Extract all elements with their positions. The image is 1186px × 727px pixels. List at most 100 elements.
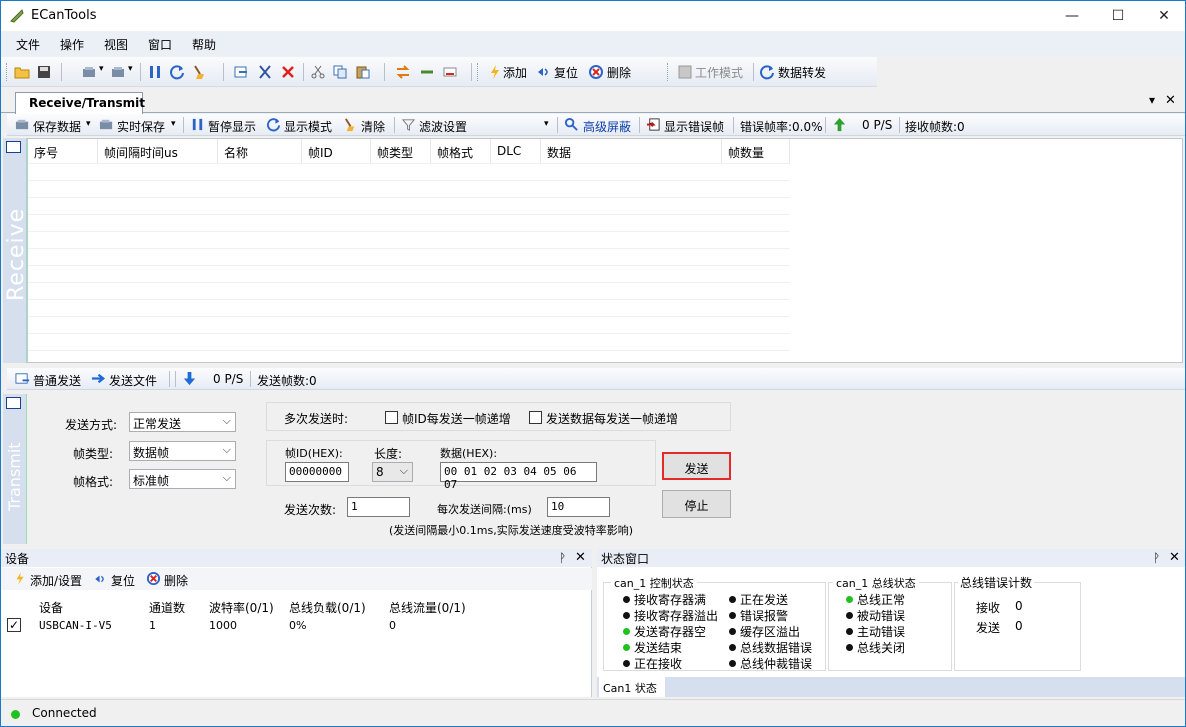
devices-title: 设备: [5, 552, 30, 566]
devices-toolbar: 添加/设置 复位 删除: [1, 568, 592, 590]
menu-operate[interactable]: 操作: [60, 36, 84, 53]
frame-format-label: 帧格式:: [73, 475, 114, 489]
add-settings-button[interactable]: 添加/设置: [30, 572, 82, 589]
paste-icon[interactable]: [355, 64, 371, 80]
tab-close-icon[interactable]: ✕: [1165, 93, 1176, 108]
filter-settings-button[interactable]: 滤波设置: [419, 118, 467, 135]
device-icon[interactable]: [82, 64, 98, 80]
column-header[interactable]: 序号: [28, 139, 98, 163]
menu-view[interactable]: 视图: [104, 36, 128, 53]
send-mode-select[interactable]: 正常发送 ⌵: [129, 412, 236, 432]
pause-display-icon: [192, 118, 203, 131]
main-toolbar: ▾ ▾ 添加 复位 删除 工作模式 数据转发: [1, 57, 877, 87]
scissors-icon[interactable]: [310, 64, 326, 80]
realtime-save-button[interactable]: 实时保存: [117, 118, 165, 135]
column-header[interactable]: DLC: [491, 139, 541, 163]
column-header[interactable]: 名称: [218, 139, 302, 163]
reset-button[interactable]: 复位: [554, 64, 578, 81]
column-header[interactable]: 通道数: [149, 599, 185, 616]
control-status-title: can_1 控制状态: [611, 575, 697, 591]
menu-window[interactable]: 窗口: [148, 36, 172, 53]
bus-status-label: 总线正常: [857, 593, 906, 607]
stop-record-icon[interactable]: [442, 64, 458, 80]
transmit-toolbar: 普通发送 发送文件 0 P/S 发送帧数:0: [7, 368, 1185, 390]
green-indicator-icon: [623, 628, 630, 635]
menu-help[interactable]: 帮助: [192, 36, 216, 53]
frame-type-select[interactable]: 数据帧 ⌵: [129, 441, 236, 461]
interval-input[interactable]: 10: [547, 497, 610, 517]
save-data-dropdown-icon[interactable]: ▾: [86, 119, 91, 129]
show-error-frames-button[interactable]: 显示错误帧: [664, 118, 724, 135]
display-mode-button[interactable]: 显示模式: [284, 118, 332, 135]
clear-button[interactable]: 清除: [361, 118, 385, 135]
advanced-mask-icon: [564, 117, 578, 131]
advanced-mask-button[interactable]: 高级屏蔽: [583, 118, 631, 135]
link-icon[interactable]: [419, 64, 435, 80]
delete-icon[interactable]: [280, 64, 296, 80]
menu-file[interactable]: 文件: [16, 36, 40, 53]
normal-send-button[interactable]: 普通发送: [33, 372, 81, 389]
device-delete-button[interactable]: 删除: [164, 572, 188, 589]
column-header[interactable]: 帧间隔时间us: [98, 139, 218, 163]
dropdown-arrow-icon[interactable]: ▾: [99, 64, 104, 74]
broom-icon[interactable]: [192, 64, 208, 80]
column-header[interactable]: 总线负载(0/1): [289, 599, 366, 616]
maximize-button[interactable]: ☐: [1095, 1, 1141, 31]
column-header[interactable]: 帧格式: [431, 139, 491, 163]
data-increment-checkbox[interactable]: [529, 411, 542, 424]
send-file-button[interactable]: 发送文件: [109, 372, 157, 389]
add-button[interactable]: 添加: [503, 64, 527, 81]
send-count-input[interactable]: 1: [347, 497, 410, 517]
save-icon[interactable]: [36, 64, 52, 80]
data-input[interactable]: 00 01 02 03 04 05 06 07: [440, 462, 597, 491]
device-checkbox[interactable]: ✓: [7, 618, 21, 632]
data-forward-button[interactable]: 数据转发: [778, 64, 826, 81]
refresh-icon[interactable]: [169, 64, 185, 80]
import-icon[interactable]: [233, 64, 249, 80]
save-data-button[interactable]: 保存数据: [33, 118, 81, 135]
column-header[interactable]: 帧类型: [371, 139, 431, 163]
frame-format-select[interactable]: 标准帧 ⌵: [129, 469, 236, 489]
length-select[interactable]: 8 ⌵: [372, 462, 413, 482]
id-increment-checkbox[interactable]: [385, 411, 398, 424]
open-folder-icon[interactable]: [14, 64, 30, 80]
filter-dropdown-icon[interactable]: ▾: [544, 119, 549, 129]
interval-note: (发送间隔最小0.1ms,实际发送速度受波特率影响): [389, 524, 634, 537]
control-status-label: 缓存区溢出: [740, 625, 801, 639]
close-button[interactable]: ✕: [1141, 1, 1186, 31]
transmit-side-label: Transmit: [5, 442, 24, 511]
minimize-button[interactable]: —: [1049, 1, 1095, 31]
copy-icon[interactable]: [332, 64, 348, 80]
column-header[interactable]: 波特率(0/1): [209, 599, 274, 616]
column-header[interactable]: 数据: [541, 139, 722, 163]
column-header[interactable]: 帧数量: [722, 139, 790, 163]
close-icon[interactable]: ✕: [575, 550, 586, 565]
frame-id-input[interactable]: 00000000: [285, 462, 349, 482]
pin-icon[interactable]: ᚹ: [1153, 551, 1160, 565]
receive-table[interactable]: 序号 帧间隔时间us 名称 帧ID 帧类型 帧格式 DLC 数据 帧数量: [27, 138, 1183, 363]
realtime-save-dropdown-icon[interactable]: ▾: [171, 119, 176, 129]
stop-button[interactable]: 停止: [662, 490, 731, 518]
tab-list-chevron-icon[interactable]: ▾: [1149, 93, 1155, 107]
dropdown-arrow-icon-2[interactable]: ▾: [128, 64, 133, 74]
tab-receive-transmit[interactable]: Receive/Transmit: [15, 92, 145, 114]
column-header[interactable]: 设备: [39, 599, 63, 616]
pin-icon[interactable]: ᚹ: [559, 551, 566, 565]
pause-icon[interactable]: [147, 64, 163, 80]
cut-icon[interactable]: [257, 64, 273, 80]
delete-button[interactable]: 删除: [607, 64, 631, 81]
device-reset-button[interactable]: 复位: [111, 572, 135, 589]
column-header[interactable]: 总线流量(0/1): [389, 599, 466, 616]
device-icon-2[interactable]: [111, 64, 127, 80]
status-bar: Connected: [1, 699, 1185, 726]
window-title: ECanTools: [31, 8, 97, 23]
work-mode-button[interactable]: 工作模式: [695, 64, 743, 81]
swap-icon[interactable]: [395, 64, 411, 80]
column-header[interactable]: 帧ID: [302, 139, 371, 163]
connection-status-text: Connected: [32, 706, 97, 720]
rx-rate-label: 0 P/S: [862, 118, 893, 132]
close-icon[interactable]: ✕: [1169, 550, 1180, 565]
pause-display-button[interactable]: 暂停显示: [208, 118, 256, 135]
tab-can1-status[interactable]: Can1 状态: [599, 677, 665, 697]
send-button[interactable]: 发送: [662, 452, 731, 480]
